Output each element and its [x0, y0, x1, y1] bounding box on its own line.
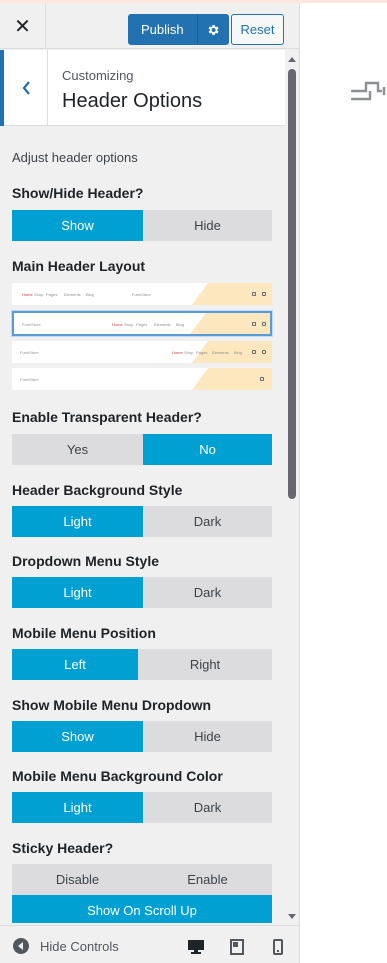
- customizer-footer: Hide Controls: [0, 925, 299, 963]
- breadcrumb: Customizing: [62, 68, 134, 83]
- cart-icon: [262, 292, 266, 296]
- sticky-enable-option[interactable]: Enable: [143, 864, 272, 895]
- customizer-panel: ✕ Publish Reset Customizing Header Optio…: [0, 3, 300, 963]
- tablet-preview-button[interactable]: [227, 937, 247, 957]
- layout-brand: FurniStore: [22, 322, 41, 327]
- layout-nav-pages: Pages: [136, 322, 148, 327]
- mobile-menu-position-label: Mobile Menu Position: [12, 625, 156, 641]
- layout-nav-home: Home: [22, 292, 33, 297]
- layout-nav-shop: Shop: [184, 350, 194, 355]
- mobile-bg-light-option[interactable]: Light: [12, 792, 143, 823]
- mobile-dropdown-hide-option[interactable]: Hide: [143, 721, 272, 752]
- layout-brand: FurniStore: [20, 350, 39, 355]
- header-bg-light-option[interactable]: Light: [12, 506, 143, 537]
- scroll-down-arrow-icon[interactable]: [288, 914, 296, 919]
- transparent-header-toggle: Yes No: [12, 434, 272, 465]
- site-preview[interactable]: [300, 3, 387, 963]
- publish-settings-button[interactable]: [196, 14, 229, 45]
- mobile-preview-button[interactable]: [268, 937, 288, 957]
- dropdown-menu-style-toggle: Light Dark: [12, 577, 272, 608]
- mobile-menu-position-toggle: Left Right: [12, 649, 272, 680]
- mobile-icon: [273, 939, 283, 955]
- main-header-layout-label: Main Header Layout: [12, 258, 146, 274]
- section-description: Adjust header options: [12, 150, 138, 165]
- header-layout-option-4[interactable]: FurniStore: [12, 368, 272, 390]
- layout-nav-blog: Blog: [176, 322, 185, 327]
- mobile-menu-bg-color-label: Mobile Menu Background Color: [12, 768, 223, 784]
- back-button[interactable]: [0, 50, 48, 126]
- chevron-left-icon: [22, 81, 30, 95]
- page-title: Header Options: [62, 90, 203, 112]
- sticky-header-label: Sticky Header?: [12, 840, 114, 856]
- logo-icon: [351, 81, 386, 101]
- mobile-menu-dropdown-label: Show Mobile Menu Dropdown: [12, 697, 212, 713]
- layout-nav-elements: Elements: [154, 322, 171, 327]
- panel-scrollbar[interactable]: [285, 53, 299, 923]
- mobile-menu-dropdown-toggle: Show Hide: [12, 721, 272, 752]
- customizer-header: ✕ Publish Reset: [0, 3, 299, 49]
- layout-nav-shop: Shop: [34, 292, 44, 297]
- layout-nav-shop: Shop: [124, 322, 134, 327]
- close-customizer-button[interactable]: ✕: [0, 3, 46, 49]
- transparent-no-option[interactable]: No: [143, 434, 272, 465]
- tablet-icon: [230, 939, 244, 955]
- layout-nav-blog: Blog: [234, 350, 243, 355]
- collapse-arrow-icon: [13, 938, 29, 954]
- cart-icon: [262, 322, 266, 326]
- hide-header-option[interactable]: Hide: [143, 210, 272, 241]
- mobile-dropdown-show-option[interactable]: Show: [12, 721, 143, 752]
- hide-controls-label: Hide Controls: [40, 938, 119, 954]
- layout-brand: FurniStore: [132, 292, 151, 297]
- reset-button[interactable]: Reset: [231, 14, 284, 45]
- layout-nav-pages: Pages: [46, 292, 58, 297]
- dropdown-dark-option[interactable]: Dark: [143, 577, 272, 608]
- mobile-menu-bg-color-toggle: Light Dark: [12, 792, 272, 823]
- layout-nav-elements: Elements: [212, 350, 229, 355]
- header-background-style-label: Header Background Style: [12, 482, 183, 498]
- dropdown-menu-style-label: Dropdown Menu Style: [12, 553, 159, 569]
- mobile-menu-right-option[interactable]: Right: [138, 649, 272, 680]
- layout-preview-accent: [192, 283, 272, 305]
- search-icon: [252, 322, 256, 326]
- show-header-option[interactable]: Show: [12, 210, 143, 241]
- desktop-preview-button[interactable]: [186, 937, 206, 957]
- header-background-style-toggle: Light Dark: [12, 506, 272, 537]
- publish-button[interactable]: Publish: [128, 14, 197, 45]
- gear-icon: [208, 24, 219, 35]
- search-icon: [252, 292, 256, 296]
- hide-controls-button[interactable]: Hide Controls: [12, 937, 119, 955]
- scroll-up-arrow-icon[interactable]: [288, 57, 296, 62]
- layout-preview-accent: [190, 313, 270, 334]
- layout-nav-home: Home: [172, 350, 183, 355]
- search-icon: [252, 350, 256, 354]
- sticky-disable-option[interactable]: Disable: [12, 864, 143, 895]
- layout-nav-home: Home: [112, 322, 123, 327]
- desktop-icon: [188, 940, 204, 954]
- cart-icon: [262, 350, 266, 354]
- mobile-menu-left-option[interactable]: Left: [12, 649, 138, 680]
- dropdown-light-option[interactable]: Light: [12, 577, 143, 608]
- transparent-header-label: Enable Transparent Header?: [12, 409, 202, 425]
- publish-group: Publish: [128, 14, 229, 45]
- layout-nav-elements: Elements: [64, 292, 81, 297]
- layout-brand: FurniStore: [20, 377, 39, 382]
- header-layout-option-3[interactable]: FurniStore Home Shop Pages Elements Blog: [12, 341, 272, 363]
- mobile-bg-dark-option[interactable]: Dark: [143, 792, 272, 823]
- menu-icon: [260, 377, 264, 381]
- show-hide-header-label: Show/Hide Header?: [12, 185, 144, 201]
- layout-nav-pages: Pages: [196, 350, 208, 355]
- header-layout-option-1[interactable]: Home Shop Pages Elements Blog FurniStore: [12, 283, 272, 305]
- sticky-show-on-scroll-up-option[interactable]: Show On Scroll Up: [12, 895, 272, 923]
- transparent-yes-option[interactable]: Yes: [12, 434, 143, 465]
- close-icon: ✕: [14, 15, 31, 38]
- header-bg-dark-option[interactable]: Dark: [143, 506, 272, 537]
- sticky-header-toggle: Disable Enable: [12, 864, 272, 895]
- show-hide-header-toggle: Show Hide: [12, 210, 272, 241]
- sticky-header-toggle-row2: Show On Scroll Up: [12, 895, 272, 923]
- section-header: Customizing Header Options: [0, 50, 285, 126]
- layout-nav-blog: Blog: [86, 292, 95, 297]
- header-layout-option-2[interactable]: FurniStore Home Shop Pages Elements Blog: [12, 311, 272, 336]
- scrollbar-thumb[interactable]: [288, 69, 296, 499]
